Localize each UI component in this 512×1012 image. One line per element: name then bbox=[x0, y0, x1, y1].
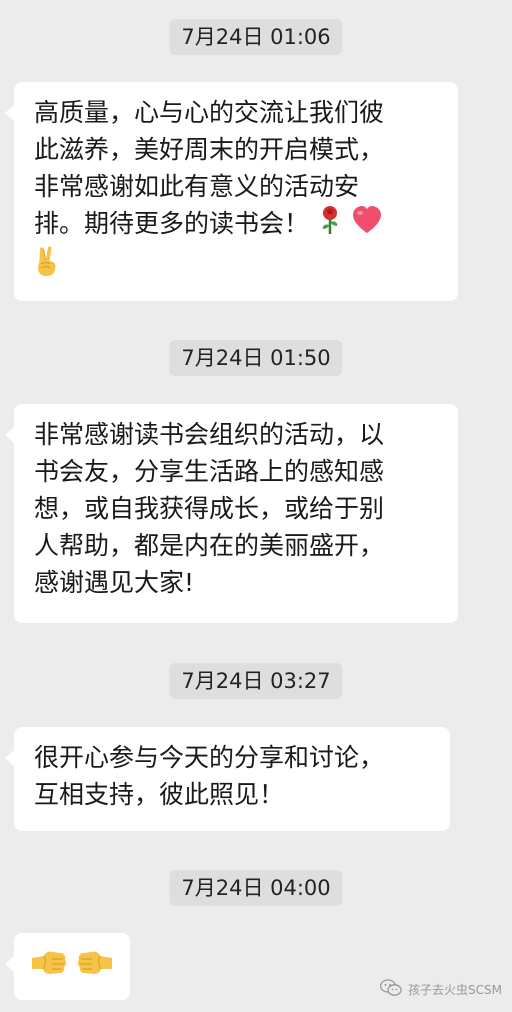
timestamp-2: 7月24日 01:50 bbox=[169, 340, 343, 376]
victory-hand-icon bbox=[34, 245, 60, 287]
timestamp-3: 7月24日 03:27 bbox=[169, 663, 343, 699]
fist-bump-right-icon bbox=[76, 947, 114, 987]
message-3-line-2: 互相支持，彼此照见！ bbox=[34, 780, 285, 809]
message-2-line-1: 非常感谢读书会组织的活动，以 bbox=[34, 420, 385, 449]
message-1-line-3: 非常感谢如此有意义的活动安 bbox=[34, 172, 360, 201]
message-3-line-1: 很开心参与今天的分享和讨论， bbox=[34, 743, 385, 772]
message-2-line-5: 感谢遇见大家! bbox=[34, 568, 195, 597]
message-1-line-2: 此滋养，美好周末的开启模式， bbox=[34, 135, 385, 164]
fist-bump-left-icon bbox=[30, 947, 68, 987]
wechat-official-account-icon bbox=[379, 979, 402, 1000]
message-2-line-3: 想，或自我获得成长，或给于别 bbox=[34, 494, 385, 523]
message-bubble-1[interactable]: 高质量，心与心的交流让我们彼 此滋养，美好周末的开启模式， 非常感谢如此有意义的… bbox=[5, 82, 458, 301]
message-1-line-4: 排。期待更多的读书会！ bbox=[34, 205, 440, 245]
watermark: 孩子去火虫SCSM bbox=[379, 979, 502, 1000]
timestamp-4: 7月24日 04:00 bbox=[169, 870, 343, 906]
message-1-line-5 bbox=[34, 245, 440, 287]
message-bubble-4[interactable] bbox=[5, 933, 130, 1000]
message-1-line-4-text: 排。期待更多的读书会！ bbox=[34, 209, 310, 238]
message-bubble-2[interactable]: 非常感谢读书会组织的活动，以 书会友，分享生活路上的感知感 想，或自我获得成长，… bbox=[5, 404, 458, 623]
message-2-line-4: 人帮助，都是内在的美丽盛开， bbox=[34, 531, 385, 560]
watermark-text: 孩子去火虫SCSM bbox=[408, 983, 502, 997]
message-1-line-1: 高质量，心与心的交流让我们彼 bbox=[34, 98, 385, 127]
heart-icon bbox=[351, 205, 383, 245]
message-2-line-2: 书会友，分享生活路上的感知感 bbox=[34, 457, 385, 486]
message-bubble-3[interactable]: 很开心参与今天的分享和讨论， 互相支持，彼此照见！ bbox=[5, 727, 450, 831]
rose-icon bbox=[317, 205, 343, 245]
timestamp-1: 7月24日 01:06 bbox=[169, 19, 343, 55]
